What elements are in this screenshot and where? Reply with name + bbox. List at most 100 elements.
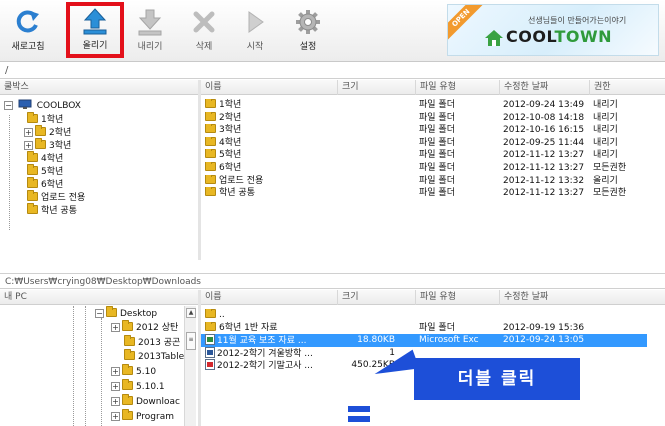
tree-node-510[interactable]: +5.10 [111, 364, 156, 379]
column-permission[interactable]: 권한 [589, 80, 665, 95]
cell-size: 18.80KB [333, 334, 395, 347]
tree-node-2013b[interactable]: 2013Table [124, 349, 184, 364]
folder-icon [205, 174, 216, 184]
table-row[interactable]: 4학년 파일 폴더 2012-09-25 11:44 내리기 [201, 136, 665, 150]
tree-node-label: Downloac [136, 397, 180, 407]
tree-node-coolbox[interactable]: − COOLBOX [4, 99, 81, 112]
cell-text: 6학년 [219, 163, 242, 173]
column-date[interactable]: 수정한 날짜 [499, 290, 665, 305]
start-button[interactable]: 시작 [233, 4, 277, 58]
cell-perm: 올리기 [593, 175, 665, 188]
computer-icon [18, 99, 32, 109]
table-row[interactable]: 2학년 파일 폴더 2012-10-08 14:18 내리기 [201, 111, 665, 125]
tree-node-grade3[interactable]: +3학년 [4, 138, 72, 153]
folder-icon [106, 306, 117, 317]
local-tree-scrollbar[interactable]: ▲ ≡ [184, 306, 196, 426]
folder-icon [122, 364, 133, 375]
toolbar: 새로고침 올리기 내리기 삭제 시작 설정 OPEN 선생님들이 만들어가는이야… [0, 0, 665, 62]
doc-file-icon [205, 346, 215, 358]
cell-text: 4학년 [219, 137, 242, 148]
local-path-bar[interactable]: C:₩Users₩crying08₩Desktop₩Downloads [0, 273, 665, 289]
table-row[interactable]: 6학년 파일 폴더 2012-11-12 13:27 모든권한 [201, 162, 665, 175]
download-button[interactable]: 내리기 [128, 4, 172, 58]
table-row[interactable]: .. [201, 309, 665, 322]
scroll-thumb[interactable]: ≡ [186, 332, 196, 350]
delete-button[interactable]: 삭제 [182, 4, 226, 58]
remote-list-header: 이름 크기 파일 유형 수정한 날짜 권한 [201, 80, 665, 95]
cell-name: 6학년 1반 자료 [205, 321, 345, 335]
remote-tree-pane: 쿨박스 − COOLBOX 1학년 +2학년 +3학년 4학년 5학년 6학년 … [0, 80, 198, 260]
tree-node-upload-only[interactable]: 업로드 전용 [27, 190, 85, 205]
cell-name: .. [205, 309, 345, 322]
column-date[interactable]: 수정한 날짜 [499, 80, 589, 95]
cell-name: 11월 교육 보조 자료 ... [205, 334, 345, 348]
table-row-selected[interactable]: 11월 교육 보조 자료 ... 18.80KB Microsoft Exc 2012… [201, 334, 647, 347]
refresh-button[interactable]: 새로고침 [6, 4, 50, 58]
remote-path-bar[interactable]: / [0, 63, 665, 79]
column-type[interactable]: 파일 유형 [415, 290, 499, 305]
cell-name: 학년 공통 [205, 187, 337, 200]
table-row[interactable]: 5학년 파일 폴더 2012-11-12 13:27 내리기 [201, 149, 665, 162]
cell-text: 파일 폴더 [419, 150, 455, 161]
tree-node-label: 5.10.1 [136, 382, 165, 392]
cell-perm: 모든권한 [593, 162, 665, 175]
tree-node-label: 학년 공통 [41, 206, 77, 216]
expand-icon[interactable]: + [111, 367, 120, 376]
column-name[interactable]: 이름 [201, 290, 337, 305]
tree-node-label: 1학년 [41, 115, 64, 125]
tree-node-2013a[interactable]: 2013 공곤 [124, 335, 180, 350]
tree-node-common[interactable]: 학년 공통 [27, 203, 77, 218]
equals-mark [348, 402, 370, 426]
expand-icon[interactable]: + [111, 412, 120, 421]
open-ribbon: OPEN [448, 5, 486, 43]
settings-button[interactable]: 설정 [286, 4, 330, 58]
column-size[interactable]: 크기 [337, 290, 415, 305]
table-row[interactable]: 업로드 전용 파일 폴더 2012-11-12 13:32 올리기 [201, 174, 665, 188]
cell-type: 파일 폴더 [419, 112, 499, 125]
tree-node-label: 4학년 [41, 154, 64, 164]
cell-text: 2012-10-08 14:18 [503, 112, 585, 123]
expand-icon[interactable]: + [111, 323, 120, 332]
tree-node-grade1[interactable]: 1학년 [27, 112, 64, 127]
expand-icon[interactable]: + [24, 141, 33, 150]
expand-icon[interactable]: + [111, 382, 120, 391]
expand-icon[interactable]: + [24, 128, 33, 137]
tree-node-label: 3학년 [49, 141, 72, 151]
collapse-icon[interactable]: − [4, 101, 13, 110]
local-tree-pane: 내 PC − Desktop +2012 상탄 2013 공곤 2013Table… [0, 290, 198, 426]
collapse-icon[interactable]: − [95, 309, 104, 318]
folder-icon [27, 164, 38, 175]
cell-text: 2012-09-24 13:05 [503, 335, 585, 346]
cell-perm: 내리기 [593, 149, 665, 162]
table-row[interactable]: 6학년 1반 자료 파일 폴더 2012-09-19 15:36 [201, 321, 665, 335]
column-size[interactable]: 크기 [337, 80, 415, 95]
column-name[interactable]: 이름 [201, 80, 337, 95]
upload-button[interactable]: 올리기 [66, 2, 124, 58]
cell-perm: 내리기 [593, 124, 665, 137]
cell-perm: 내리기 [593, 99, 665, 112]
folder-icon [124, 349, 135, 360]
folder-icon [27, 151, 38, 162]
column-type[interactable]: 파일 유형 [415, 80, 499, 95]
tree-node-downloads[interactable]: + Downloac [111, 394, 180, 409]
cell-text: 파일 폴더 [419, 137, 455, 148]
cell-text: 학년 공통 [219, 188, 255, 199]
table-row[interactable]: 3학년 파일 폴더 2012-10-16 16:15 내리기 [201, 124, 665, 137]
table-row[interactable]: 1학년 파일 폴더 2012-09-24 13:49 내리기 [201, 99, 665, 112]
cell-type: 파일 폴더 [419, 99, 499, 112]
refresh-icon [16, 10, 39, 33]
scroll-up-icon[interactable]: ▲ [186, 308, 196, 318]
delete-icon [193, 11, 215, 33]
expand-icon[interactable]: + [111, 397, 120, 406]
folder-icon [27, 112, 38, 123]
table-row[interactable]: 학년 공통 파일 폴더 2012-11-12 13:27 모든권한 [201, 187, 665, 200]
cell-date: 2012-09-24 13:05 [503, 334, 643, 347]
tree-node-program[interactable]: + Program [111, 409, 174, 424]
tree-node-5101[interactable]: +5.10.1 [111, 379, 165, 394]
cooltown-banner[interactable]: OPEN 선생님들이 만들어가는이야기 COOLTOWN [447, 4, 659, 56]
cell-perm: 내리기 [593, 112, 665, 125]
cell-text: 내리기 [593, 125, 618, 136]
cell-date: 2012-09-19 15:36 [503, 322, 643, 335]
tree-node-2012[interactable]: +2012 상탄 [111, 320, 178, 335]
tree-node-label: 2학년 [49, 128, 72, 138]
